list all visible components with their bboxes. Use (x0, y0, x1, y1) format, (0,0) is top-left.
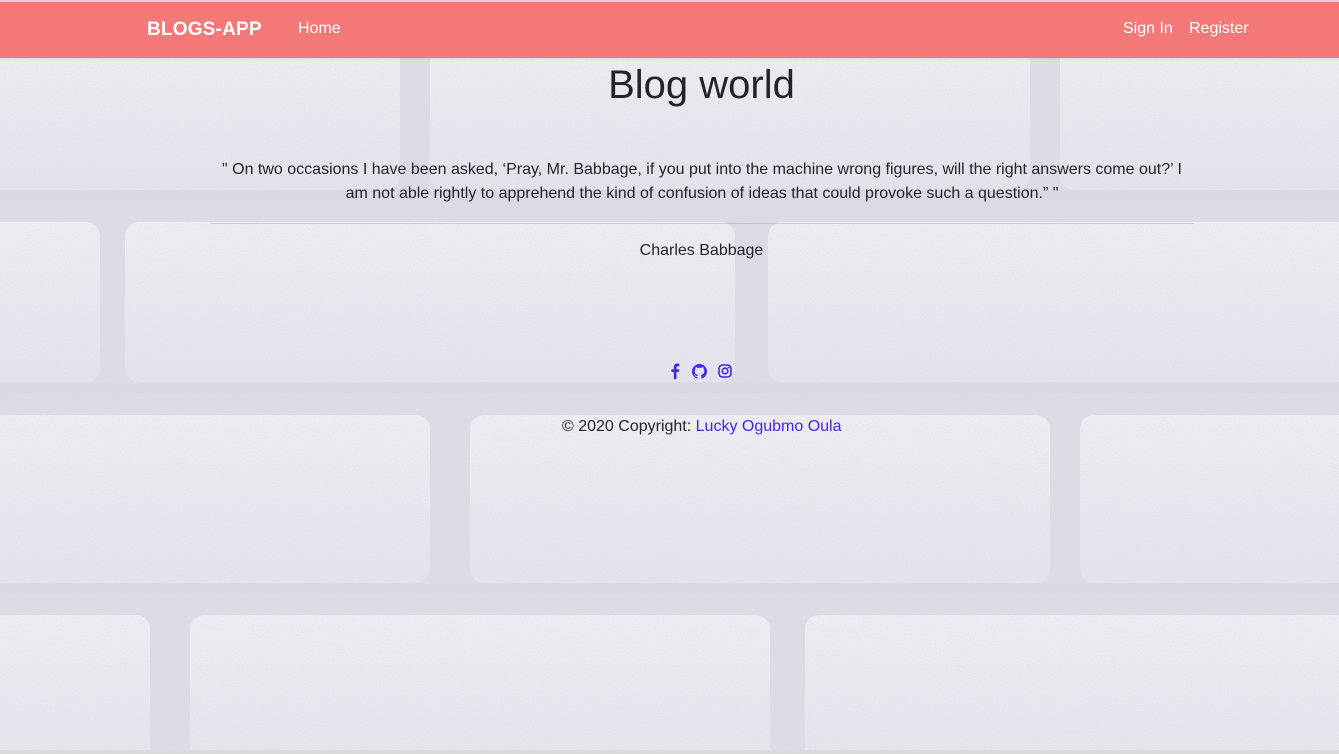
quote-divider (210, 223, 1194, 224)
footer-copyright: © 2020 Copyright: Lucky Ogubmo Oula (562, 418, 842, 436)
facebook-icon[interactable] (670, 362, 686, 380)
nav-signin-link[interactable]: Sign In (1123, 20, 1173, 38)
copyright-prefix: © 2020 Copyright: (562, 418, 696, 435)
navbar: BLOGS-APP Home Sign In Register (0, 2, 1339, 58)
author-profile-link[interactable]: Lucky Ogubmo Oula (696, 418, 842, 435)
brand-logo-link[interactable]: BLOGS-APP (147, 19, 262, 41)
nav-home-link[interactable]: Home (298, 20, 341, 38)
quote-text: " On two occasions I have been asked, ‘P… (222, 161, 1182, 202)
github-icon[interactable] (692, 362, 708, 380)
nav-register-link[interactable]: Register (1189, 20, 1249, 38)
quote-author: Charles Babbage (639, 242, 764, 259)
instagram-icon[interactable] (718, 362, 734, 380)
page-title: Blog world (608, 63, 795, 107)
window-bottom-edge (0, 750, 1339, 754)
